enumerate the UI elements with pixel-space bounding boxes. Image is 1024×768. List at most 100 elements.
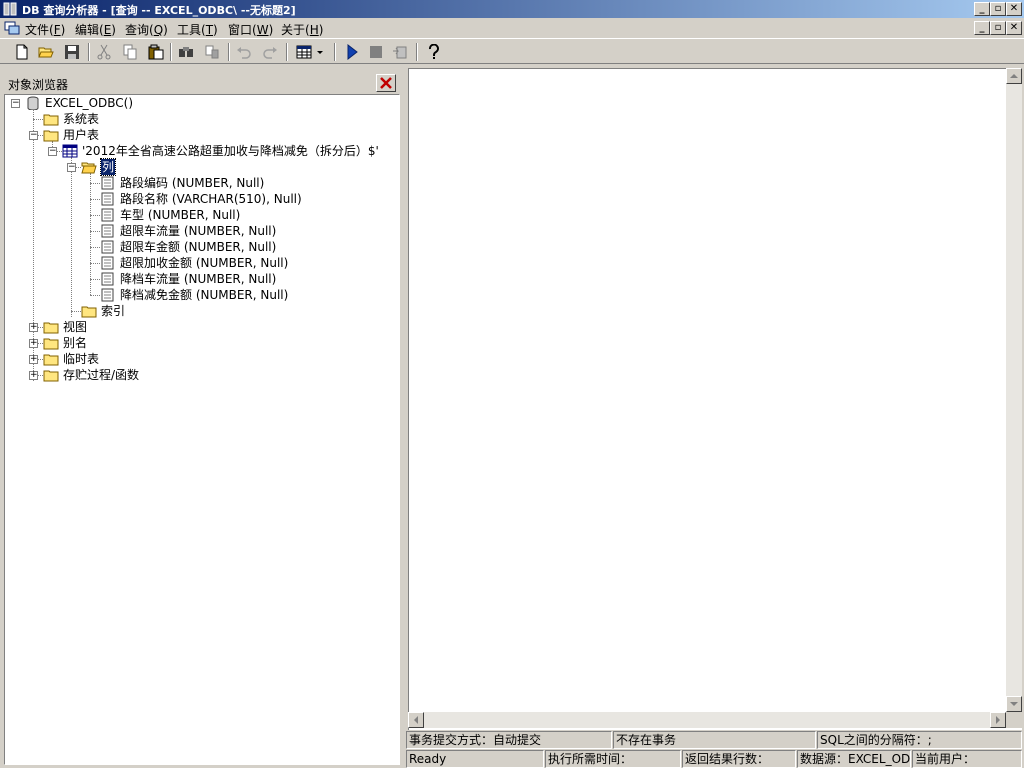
object-browser: 对象浏览器 − EXCEL_ODBC() 系统表 − 用户表 − '2012年全…	[4, 68, 400, 765]
folder-icon	[43, 370, 59, 382]
grid-icon	[296, 45, 312, 59]
stop-icon	[370, 46, 382, 58]
undo-icon	[237, 47, 251, 59]
paste-button[interactable]	[146, 42, 166, 62]
expander-columns[interactable]: −	[67, 163, 76, 172]
save-icon	[65, 45, 79, 59]
copy-button[interactable]	[120, 42, 140, 62]
redo-button[interactable]	[260, 42, 280, 62]
dropdown-arrow-icon	[317, 51, 323, 54]
scroll-up-button[interactable]	[1006, 68, 1022, 84]
editor-vertical-scrollbar[interactable]	[1006, 68, 1022, 712]
object-browser-header: 对象浏览器	[4, 70, 400, 92]
scroll-down-button[interactable]	[1006, 696, 1022, 712]
parse-button[interactable]	[390, 42, 410, 62]
open-button[interactable]	[36, 42, 56, 62]
arrow-right-icon	[996, 716, 1000, 724]
close-icon	[380, 77, 392, 89]
tree-label: 别名	[63, 336, 88, 350]
cut-button[interactable]	[94, 42, 114, 62]
menu-edit[interactable]: 编辑(E)	[75, 21, 116, 38]
expander-aliases[interactable]: +	[29, 339, 38, 348]
database-icon	[27, 96, 39, 110]
find-button[interactable]	[176, 42, 196, 62]
expander-temp-tables[interactable]: +	[29, 355, 38, 364]
folder-icon	[43, 114, 59, 126]
restore-button[interactable]: ▫	[990, 2, 1006, 16]
new-file-button[interactable]	[12, 42, 32, 62]
execute-button[interactable]	[342, 42, 362, 62]
column-icon	[101, 240, 114, 254]
tree-label: 用户表	[63, 128, 100, 142]
save-button[interactable]	[62, 42, 82, 62]
editor-horizontal-scrollbar[interactable]	[408, 712, 1006, 728]
table-icon	[62, 144, 78, 158]
menu-tools[interactable]: 工具(T)	[177, 21, 218, 38]
new-file-icon	[16, 44, 28, 60]
tree-label: 临时表	[63, 352, 100, 366]
column-icon	[101, 176, 114, 190]
status-commit-mode: 事务提交方式：自动提交	[406, 731, 612, 749]
redo-icon	[263, 47, 277, 59]
folder-icon	[43, 322, 59, 334]
help-button[interactable]	[424, 42, 444, 62]
minimize-button[interactable]: _	[974, 2, 990, 16]
folder-icon	[43, 354, 59, 366]
tree-label-selected: 列	[99, 158, 117, 176]
expander-root[interactable]: −	[11, 99, 20, 108]
undo-button[interactable]	[234, 42, 254, 62]
replace-icon	[205, 45, 219, 59]
menu-bar: 文件(F) 编辑(E) 查询(Q) 工具(T) 窗口(W) 关于(H) _ ▫ …	[0, 18, 1024, 38]
tree-label: 车型 (NUMBER, Null)	[120, 208, 241, 222]
results-grid-button[interactable]	[294, 42, 314, 62]
scroll-corner	[1006, 712, 1022, 728]
title-bar: DB 查询分析器 - [查询 -- EXCEL_ODBC\ --无标题2] _ …	[0, 0, 1024, 18]
column-icon	[101, 272, 114, 286]
scroll-right-button[interactable]	[990, 712, 1006, 728]
tree-label: 降档减免金额 (NUMBER, Null)	[120, 288, 289, 302]
column-icon	[101, 208, 114, 222]
status-transaction: 不存在事务	[613, 731, 816, 749]
menu-about[interactable]: 关于(H)	[281, 21, 323, 38]
scroll-left-button[interactable]	[408, 712, 424, 728]
folder-icon	[81, 306, 97, 318]
mdi-restore-button[interactable]: ▫	[990, 21, 1006, 35]
open-folder-icon	[38, 47, 54, 58]
object-browser-title: 对象浏览器	[8, 78, 69, 92]
status-exec-time: 执行所需时间：	[545, 750, 681, 768]
column-icon	[101, 224, 114, 238]
menu-window[interactable]: 窗口(W)	[228, 21, 273, 38]
folder-icon	[43, 338, 59, 350]
replace-button[interactable]	[202, 42, 222, 62]
arrow-left-icon	[414, 716, 418, 724]
menu-query[interactable]: 查询(Q)	[125, 21, 168, 38]
status-separator: SQL之间的分隔符：;	[817, 731, 1022, 749]
object-browser-close-button[interactable]	[376, 74, 396, 92]
tree-label: 超限车金额 (NUMBER, Null)	[120, 240, 277, 254]
arrow-down-icon	[1010, 702, 1018, 706]
tree-label: 视图	[63, 320, 88, 334]
close-button[interactable]: ✕	[1006, 2, 1022, 16]
window-title: DB 查询分析器 - [查询 -- EXCEL_ODBC\ --无标题2]	[22, 4, 296, 17]
copy-icon	[123, 44, 137, 60]
results-mode-dropdown[interactable]	[314, 42, 326, 62]
mdi-close-button[interactable]: ✕	[1006, 21, 1022, 35]
tree-label: 路段名称 (VARCHAR(510), Null)	[120, 192, 302, 206]
object-tree[interactable]: − EXCEL_ODBC() 系统表 − 用户表 − '2012年全省高速公路超…	[4, 94, 400, 765]
tree-label: 索引	[101, 304, 126, 318]
status-rows: 返回结果行数：	[682, 750, 796, 768]
tree-label: 超限车流量 (NUMBER, Null)	[120, 224, 277, 238]
parse-icon	[393, 46, 407, 59]
menu-file[interactable]: 文件(F)	[25, 21, 65, 38]
expander-views[interactable]: +	[29, 323, 38, 332]
expander-procedures[interactable]: +	[29, 371, 38, 380]
expander-user-tables[interactable]: −	[29, 131, 38, 140]
mdi-minimize-button[interactable]: _	[974, 21, 990, 35]
run-icon	[347, 44, 358, 60]
tree-label: 降档车流量 (NUMBER, Null)	[120, 272, 277, 286]
expander-table[interactable]: −	[48, 147, 57, 156]
pane-splitter[interactable]	[400, 64, 406, 768]
tree-label: EXCEL_ODBC()	[45, 96, 134, 110]
stop-button[interactable]	[366, 42, 386, 62]
sql-editor[interactable]	[408, 68, 1022, 730]
